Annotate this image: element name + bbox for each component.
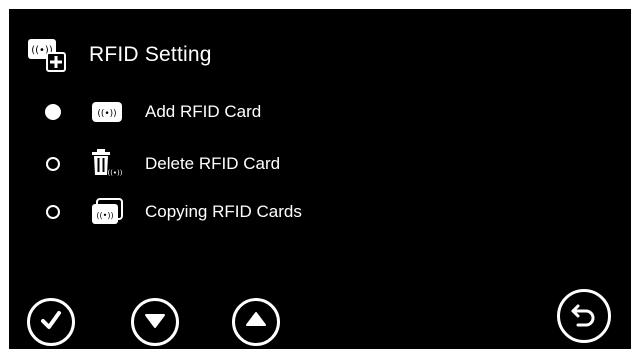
device-screen: ((•)) RFID Setting ((•)) Add RFID Card (… xyxy=(9,9,631,349)
down-button[interactable] xyxy=(131,298,179,346)
page-title: RFID Setting xyxy=(89,43,212,66)
rfid-card-icon: ((•)) xyxy=(91,96,123,128)
radio-unselected-indicator xyxy=(46,205,60,219)
confirm-button[interactable] xyxy=(27,298,75,346)
trash-rfid-icon: ((•)) xyxy=(91,148,123,180)
svg-text:((•)): ((•)) xyxy=(107,169,122,177)
up-button[interactable] xyxy=(232,298,280,346)
rfid-cards-copy-icon: ((•)) xyxy=(91,196,123,228)
svg-text:((•)): ((•)) xyxy=(97,109,116,119)
menu-item-label: Copying RFID Cards xyxy=(145,202,302,221)
menu-item-copying-rfid-cards[interactable]: ((•)) Copying RFID Cards xyxy=(9,194,429,230)
rfid-card-add-icon: ((•)) xyxy=(27,35,67,75)
menu-item-delete-rfid-card[interactable]: ((•)) Delete RFID Card xyxy=(9,146,429,182)
checkmark-icon xyxy=(39,308,63,337)
arrow-down-icon xyxy=(143,308,167,337)
return-icon xyxy=(569,299,599,334)
arrow-up-icon xyxy=(244,308,268,337)
menu-item-add-rfid-card[interactable]: ((•)) Add RFID Card xyxy=(9,94,429,130)
radio-unselected-indicator xyxy=(46,157,60,171)
back-button[interactable] xyxy=(557,289,611,343)
page-header: ((•)) RFID Setting xyxy=(27,35,212,75)
radio-selected-indicator xyxy=(45,104,61,120)
svg-text:((•)): ((•)) xyxy=(96,211,113,220)
menu-item-label: Delete RFID Card xyxy=(145,154,281,173)
menu-item-label: Add RFID Card xyxy=(145,102,262,121)
